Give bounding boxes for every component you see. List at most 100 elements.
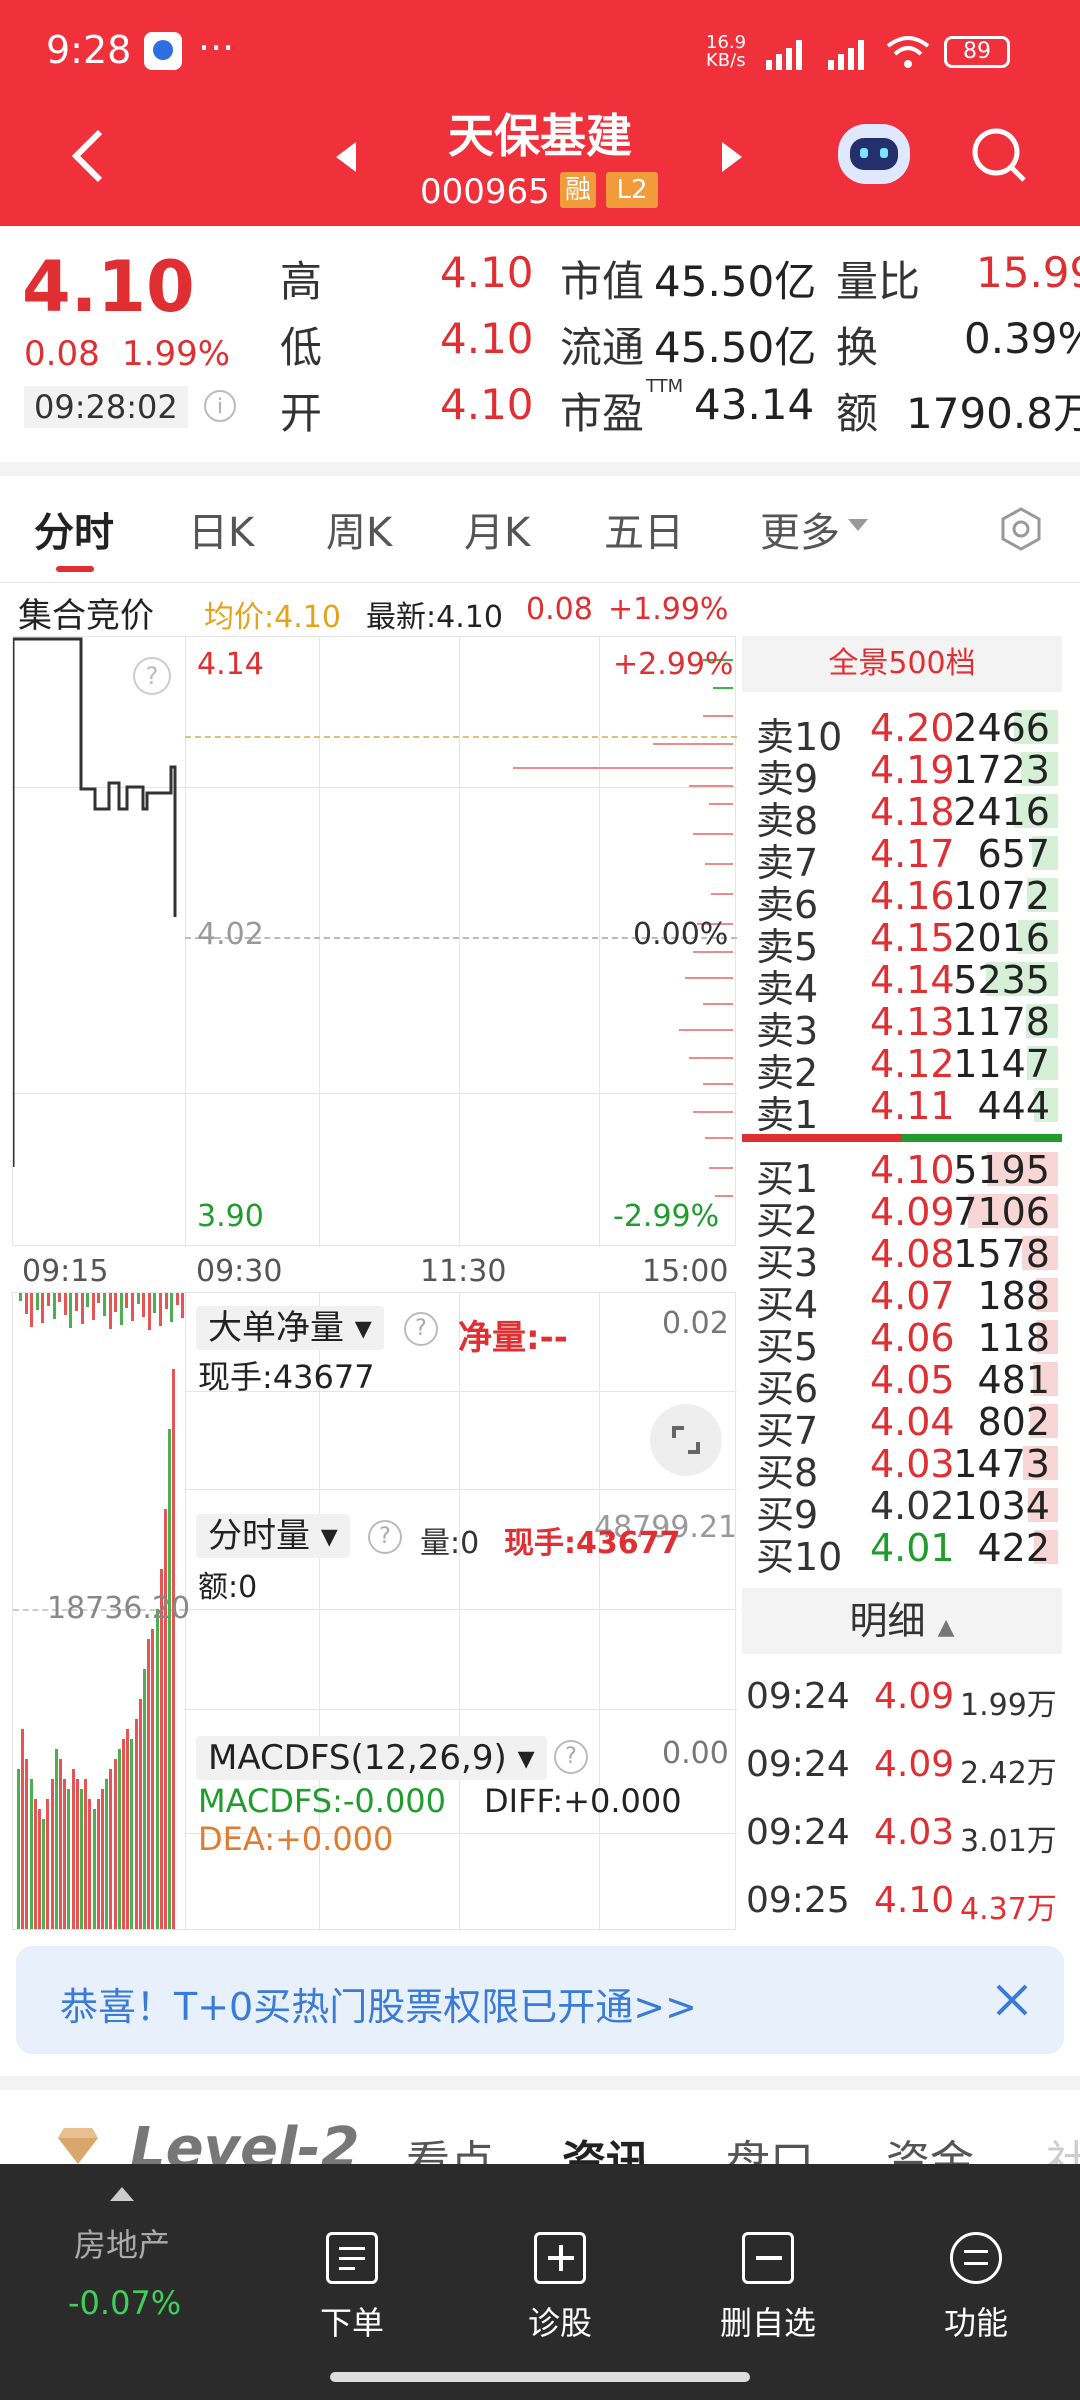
nav-remove-watchlist[interactable]: 删自选 [678, 2232, 858, 2344]
order-volume: 481 [977, 1358, 1050, 1402]
sell-order-row[interactable]: 卖7 4.17 657 [742, 832, 1062, 885]
robot-assistant-icon[interactable] [838, 124, 910, 184]
buy-order-row[interactable]: 买2 4.09 7106 [742, 1190, 1062, 1243]
promo-banner[interactable]: 恭喜！T+0买热门股票权限已开通>> [16, 1946, 1064, 2054]
auction-top-tick [142, 1293, 146, 1317]
nav-functions[interactable]: 功能 [886, 2232, 1066, 2344]
close-icon[interactable] [994, 1982, 1030, 2022]
grid-line [185, 637, 186, 1247]
sell-order-row[interactable]: 卖3 4.13 1178 [742, 1000, 1062, 1053]
nav-place-order[interactable]: 下单 [262, 2232, 442, 2344]
next-stock-icon[interactable] [720, 140, 744, 178]
help-icon[interactable]: ? [368, 1520, 402, 1554]
buy-order-row[interactable]: 买3 4.08 1578 [742, 1232, 1062, 1285]
depth-bar [709, 803, 733, 805]
sell-order-row[interactable]: 卖1 4.11 444 [742, 1084, 1062, 1137]
help-icon[interactable]: ? [554, 1740, 588, 1774]
order-book: 全景500档 卖10 4.20 2466 卖9 4.19 1723 卖8 4.18 2416 卖7… [742, 636, 1068, 1930]
buy-order-row[interactable]: 买8 4.03 1473 [742, 1442, 1062, 1495]
order-level-label: 买10 [756, 1535, 843, 1579]
buy-order-row[interactable]: 买10 4.01 422 [742, 1526, 1062, 1579]
auction-volume-bar [126, 1729, 130, 1929]
depth-bar [713, 687, 733, 689]
tab-monthly-k[interactable]: 月K [464, 500, 530, 558]
order-volume: 1034 [953, 1484, 1050, 1528]
x-axis-label: 09:15 [22, 1254, 109, 1289]
auction-top-tick [35, 1293, 39, 1310]
sell-order-row[interactable]: 卖10 4.20 2466 [742, 706, 1062, 759]
status-more-dots: ··· [198, 26, 235, 70]
tab-intraday[interactable]: 分时 [34, 500, 114, 558]
buy-order-row[interactable]: 买7 4.04 802 [742, 1400, 1062, 1453]
time-volume-selector[interactable]: 分时量 ▾ [196, 1514, 350, 1558]
signal-icon-2 [824, 36, 874, 76]
auction-top-tick [75, 1293, 78, 1311]
tab-weekly-k[interactable]: 周K [326, 500, 392, 558]
y-axis-high: 4.14 [197, 647, 264, 682]
auction-top-tick [91, 1293, 95, 1320]
grid-line [185, 1609, 737, 1610]
sell-order-row[interactable]: 卖6 4.16 1072 [742, 874, 1062, 927]
x-axis-label: 15:00 [642, 1254, 729, 1289]
sell-order-row[interactable]: 卖2 4.12 1147 [742, 1042, 1062, 1095]
depth-bar [703, 1083, 733, 1085]
buy-order-row[interactable]: 买4 4.07 188 [742, 1274, 1062, 1327]
auction-top-tick [80, 1293, 84, 1324]
volume-label: 量:0 [420, 1526, 480, 1561]
amount-value: 1790.8万 [906, 389, 1080, 438]
price-change: 0.08 [24, 334, 100, 374]
auction-top-tick [58, 1293, 62, 1302]
order-volume: 1578 [953, 1232, 1050, 1276]
tab-more[interactable]: 更多 [760, 500, 840, 558]
sell-order-row[interactable]: 卖5 4.15 2016 [742, 916, 1062, 969]
full-depth-button[interactable]: 全景500档 [742, 636, 1062, 692]
sector-indicator[interactable]: 房地产 -0.07% [40, 2164, 210, 2400]
help-icon[interactable]: ? [404, 1312, 438, 1346]
trade-time: 09:25 [746, 1880, 850, 1921]
auction-top-tick [181, 1293, 185, 1318]
level2-tag: L2 [606, 172, 658, 208]
tab-daily-k[interactable]: 日K [188, 500, 254, 558]
grid-line [459, 637, 460, 1247]
sell-order-row[interactable]: 卖4 4.14 5235 [742, 958, 1062, 1011]
buy-order-row[interactable]: 买6 4.05 481 [742, 1358, 1062, 1411]
auction-volume-bar [29, 1779, 33, 1929]
nav-label: 下单 [319, 2304, 384, 2342]
sell-order-row[interactable]: 卖8 4.18 2416 [742, 790, 1062, 843]
bottom-navigation: 房地产 -0.07% 下单 诊股 删自选 功能 [0, 2164, 1080, 2400]
tab-five-day[interactable]: 五日 [604, 500, 684, 558]
big-order-hand: 现手:43677 [198, 1358, 375, 1396]
order-level-label: 卖1 [756, 1093, 819, 1137]
settings-hexagon-icon[interactable] [998, 506, 1044, 556]
order-price: 4.09 [870, 1190, 955, 1234]
amount-label: 额 [836, 389, 879, 438]
order-volume: 1178 [953, 1000, 1050, 1044]
caret-up-icon: ▲ [937, 1615, 955, 1640]
expand-icon[interactable] [650, 1404, 722, 1476]
order-volume: 1473 [953, 1442, 1050, 1486]
section-divider [0, 462, 1080, 476]
intraday-price-chart[interactable]: ? 4.14 4.02 3.90 +2.99% 0.00% -2.99% [12, 636, 737, 1247]
macd-selector[interactable]: MACDFS(12,26,9) ▾ [196, 1736, 547, 1780]
auction-volume-bar [109, 1769, 113, 1929]
info-icon[interactable]: i [204, 390, 236, 422]
nav-label: 删自选 [719, 2304, 816, 2342]
buy-order-row[interactable]: 买9 4.02 1034 [742, 1484, 1062, 1537]
order-price: 4.02 [870, 1484, 955, 1528]
big-order-selector[interactable]: 大单净量 ▾ [196, 1306, 384, 1350]
auction-volume-bar [151, 1629, 155, 1929]
detail-header[interactable]: 明细 ▲ [742, 1588, 1062, 1654]
search-icon[interactable] [970, 126, 1030, 190]
sell-order-row[interactable]: 卖9 4.19 1723 [742, 748, 1062, 801]
nav-diagnose[interactable]: 诊股 [470, 2232, 650, 2344]
pct-axis-low: -2.99% [613, 1199, 720, 1234]
buy-order-row[interactable]: 买1 4.10 5195 [742, 1148, 1062, 1201]
margin-tag: 融 [560, 172, 596, 208]
buy-order-row[interactable]: 买5 4.06 118 [742, 1316, 1062, 1369]
trade-time: 09:24 [746, 1812, 850, 1853]
section-divider [0, 2076, 1080, 2090]
chart-help-icon[interactable]: ? [133, 657, 171, 695]
sell-ratio-bar [742, 1134, 902, 1142]
auction-volume-bar [59, 1759, 62, 1929]
current-hand: 现手:43677 [504, 1526, 681, 1561]
